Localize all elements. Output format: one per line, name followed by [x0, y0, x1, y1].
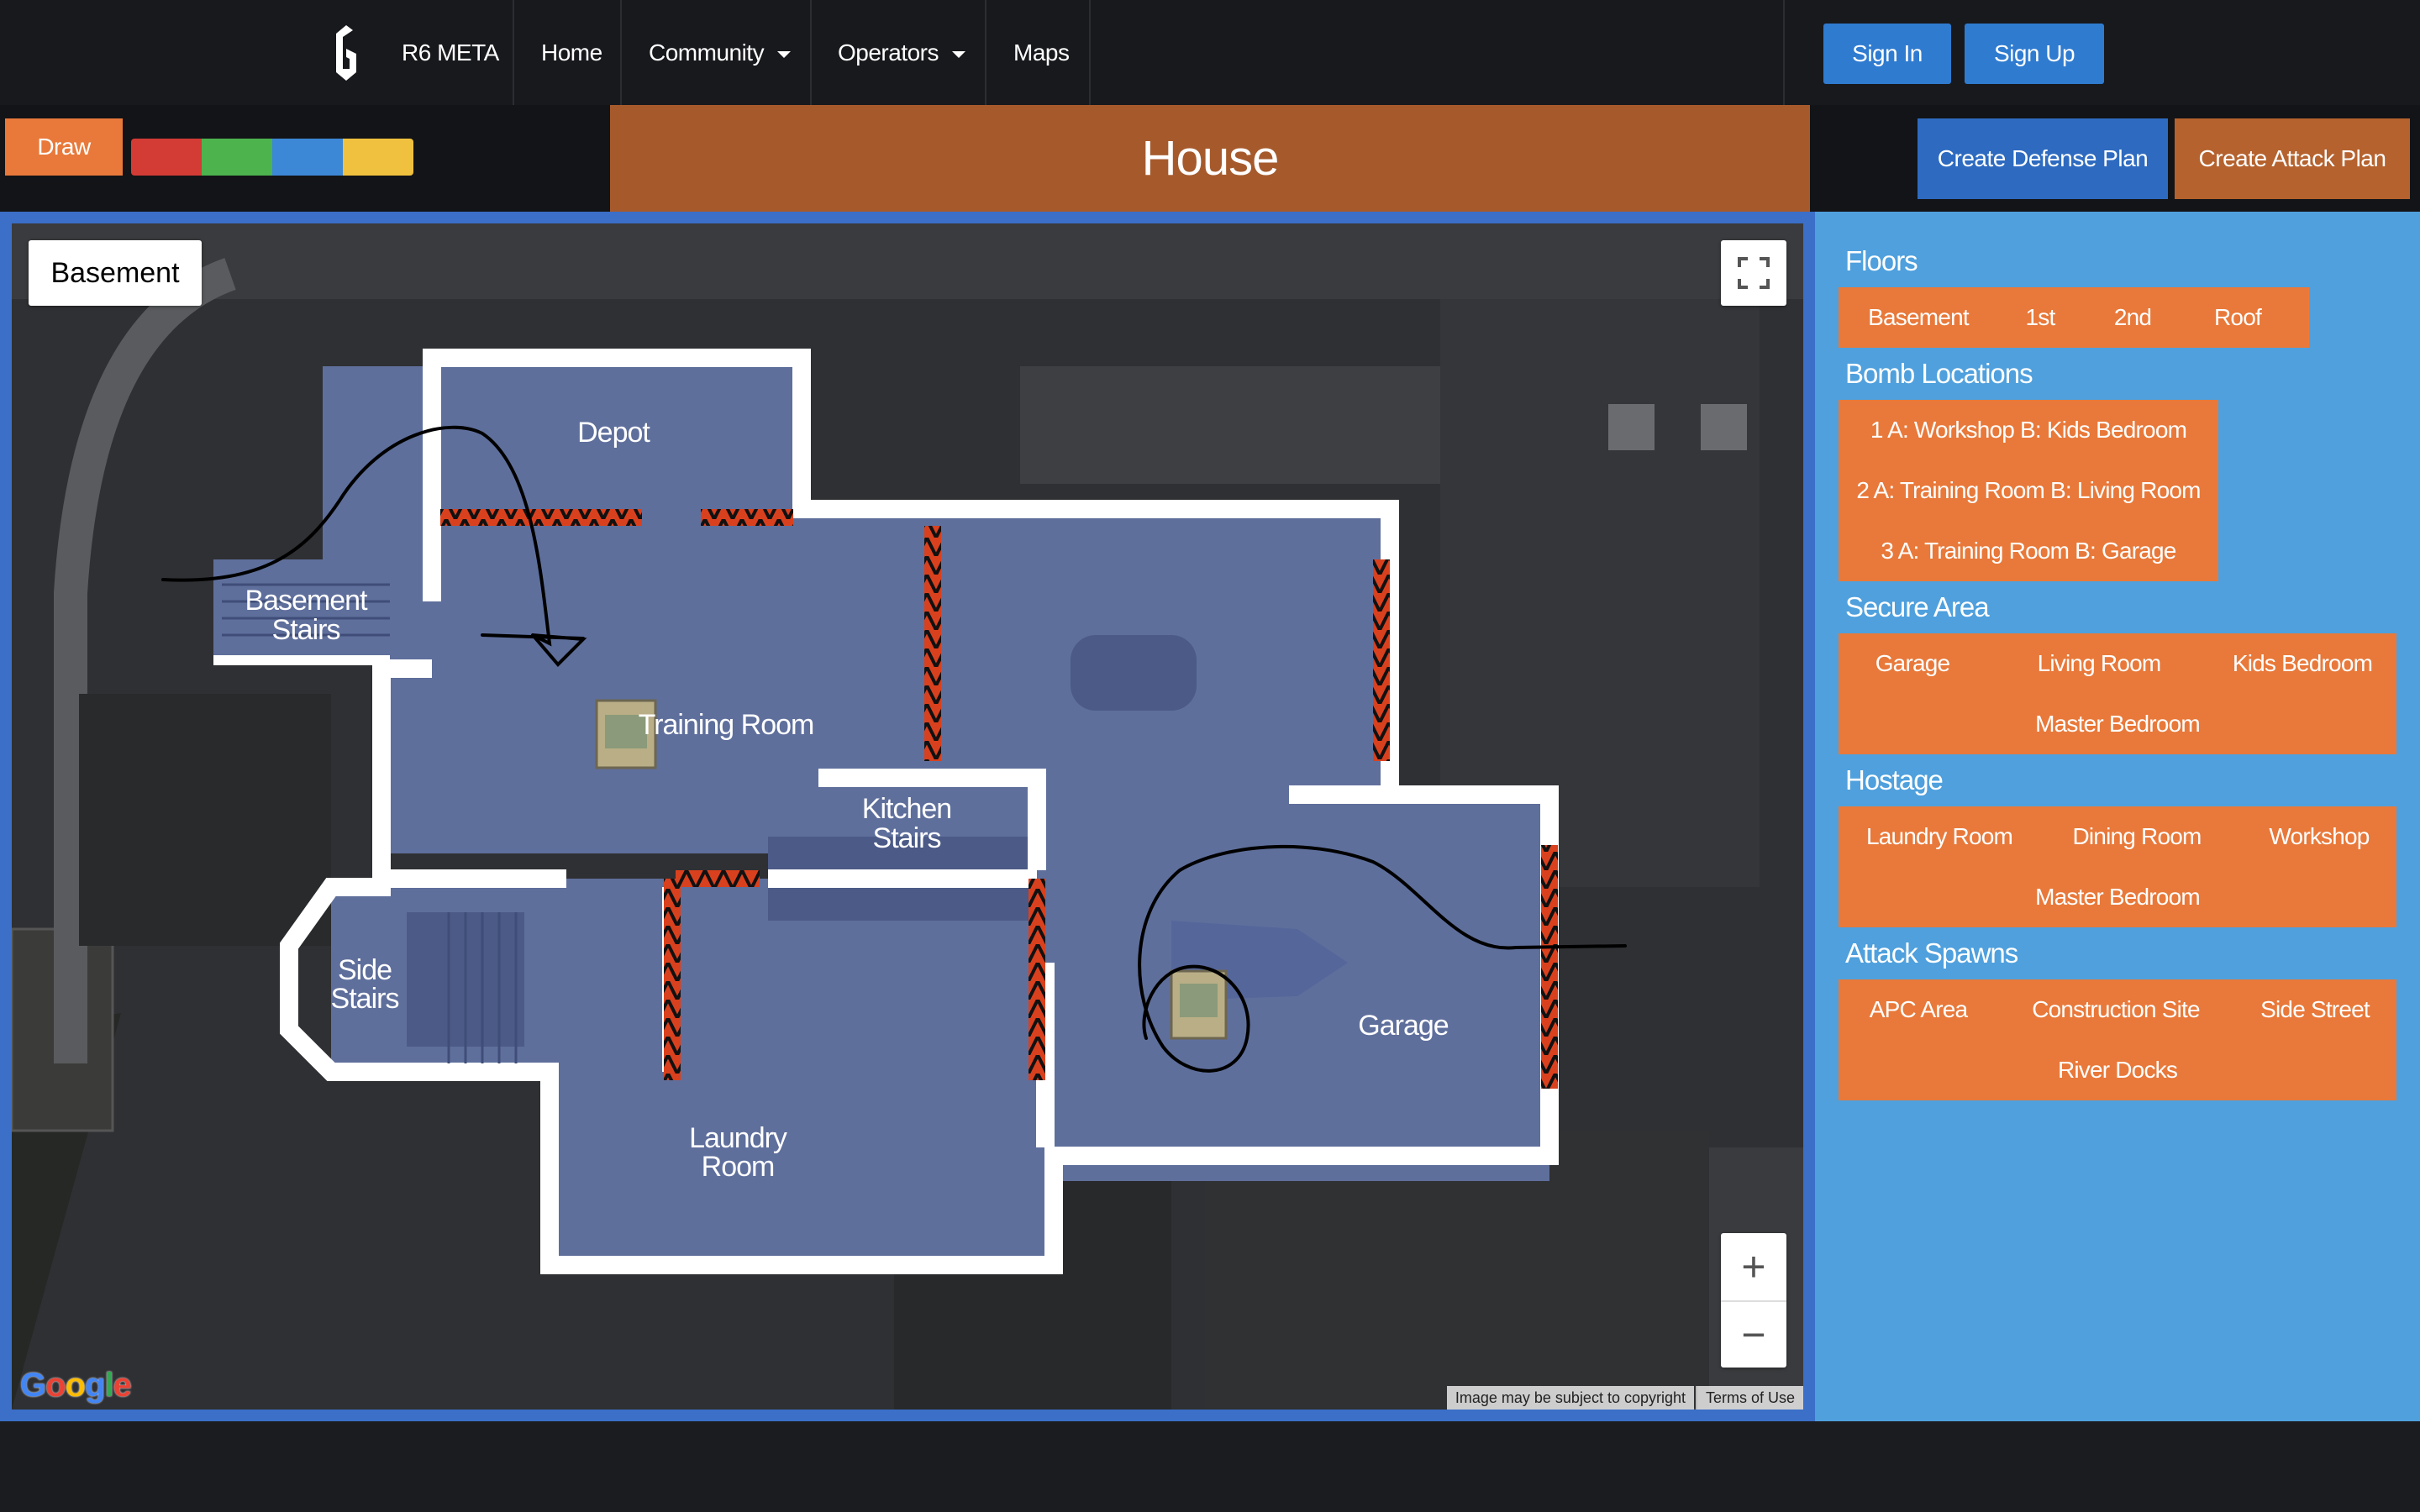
hostage-option-master-bedroom[interactable]: Master Bedroom	[1839, 867, 2396, 927]
room-label-garage: Garage	[1358, 1010, 1448, 1042]
hostage-option-workshop[interactable]: Workshop	[2242, 806, 2396, 867]
nav-divider	[620, 0, 622, 105]
map-title: House	[610, 105, 1810, 212]
floor-option-1st[interactable]: 1st	[1998, 287, 2082, 348]
secure-option-kids-bedroom[interactable]: Kids Bedroom	[2208, 633, 2396, 694]
hostage-option-dining-room[interactable]: Dining Room	[2040, 806, 2233, 867]
secure-option-living-room[interactable]: Living Room	[2007, 633, 2191, 694]
color-swatch-red[interactable]	[131, 139, 202, 176]
color-swatch-yellow[interactable]	[343, 139, 413, 176]
section-title-secure-area: Secure Area	[1845, 591, 1990, 622]
room-label-kitchen-stairs-2: Stairs	[873, 822, 941, 854]
color-palette	[131, 139, 413, 176]
map-toolbar: Draw House Create Defense Plan Create At…	[0, 105, 2420, 212]
room-label-laundry-room-2: Room	[702, 1151, 775, 1183]
nav-divider	[1783, 0, 1785, 105]
nav-operators-label: Operators	[838, 39, 939, 66]
sign-in-button[interactable]: Sign In	[1823, 24, 1951, 84]
sign-up-button[interactable]: Sign Up	[1965, 24, 2104, 84]
terms-of-use-link[interactable]: Terms of Use	[1695, 1386, 1803, 1410]
google-logo[interactable]: Google	[20, 1367, 132, 1404]
chevron-down-icon	[777, 50, 792, 58]
nav-maps[interactable]: Maps	[1013, 0, 1070, 105]
floor-map[interactable]: Depot Basement Stairs Training Room Kitc…	[12, 223, 1803, 1410]
color-swatch-green[interactable]	[202, 139, 272, 176]
chevron-down-icon	[952, 50, 965, 58]
nav-divider	[985, 0, 986, 105]
nav-operators[interactable]: Operators	[838, 0, 965, 105]
spawn-option-side-street[interactable]: Side Street	[2233, 979, 2396, 1040]
hostage-button-group: Laundry Room Dining Room Workshop Master…	[1839, 806, 2396, 927]
brand-name[interactable]: R6 META	[402, 0, 499, 105]
rainbow-six-logo-icon[interactable]	[329, 24, 363, 82]
bomb-option-3[interactable]: 3 A: Training Room B: Garage	[1839, 521, 2218, 581]
zoom-out-button[interactable]: −	[1721, 1302, 1786, 1368]
floor-option-roof[interactable]: Roof	[2183, 287, 2292, 348]
map-info-sidebar: Floors Basement 1st 2nd Roof Bomb Locati…	[1815, 212, 2420, 1421]
section-title-bomb-locations: Bomb Locations	[1845, 358, 2033, 389]
page-footer	[0, 1421, 2420, 1512]
fullscreen-icon	[1738, 257, 1770, 289]
create-attack-plan-button[interactable]: Create Attack Plan	[2175, 118, 2410, 199]
room-label-basement-stairs-2: Stairs	[272, 614, 340, 646]
room-label-side-stairs: Side	[338, 954, 392, 986]
room-label-basement-stairs: Basement	[245, 585, 368, 617]
bomb-option-1[interactable]: 1 A: Workshop B: Kids Bedroom	[1839, 400, 2218, 460]
map-frame: Depot Basement Stairs Training Room Kitc…	[0, 212, 1815, 1421]
zoom-in-button[interactable]: +	[1721, 1233, 1786, 1302]
draw-button[interactable]: Draw	[5, 118, 123, 176]
nav-community[interactable]: Community	[649, 0, 792, 105]
secure-option-garage[interactable]: Garage	[1839, 633, 1986, 694]
nav-home[interactable]: Home	[541, 0, 602, 105]
section-title-floors: Floors	[1845, 245, 1918, 276]
nav-divider	[1089, 0, 1091, 105]
room-label-training-room: Training Room	[639, 709, 814, 741]
section-title-attack-spawns: Attack Spawns	[1845, 937, 2018, 969]
nav-divider	[810, 0, 812, 105]
copyright-notice: Image may be subject to copyright	[1446, 1386, 1694, 1410]
secure-area-button-group: Garage Living Room Kids Bedroom Master B…	[1839, 633, 2396, 754]
room-label-depot: Depot	[577, 417, 650, 449]
floors-button-group: Basement 1st 2nd Roof	[1839, 287, 2309, 348]
floor-option-2nd[interactable]: 2nd	[2082, 287, 2183, 348]
nav-community-label: Community	[649, 39, 765, 66]
room-label-side-stairs-2: Stairs	[331, 983, 399, 1015]
secure-option-master-bedroom[interactable]: Master Bedroom	[1839, 694, 2396, 754]
room-label-kitchen-stairs: Kitchen	[862, 793, 951, 825]
section-title-hostage: Hostage	[1845, 764, 1944, 795]
color-swatch-blue[interactable]	[272, 139, 343, 176]
spawn-option-construction-site[interactable]: Construction Site	[2007, 979, 2225, 1040]
attack-spawns-button-group: APC Area Construction Site Side Street R…	[1839, 979, 2396, 1100]
floor-option-basement[interactable]: Basement	[1839, 287, 1998, 348]
top-navbar: R6 META Home Community Operators Maps Si…	[0, 0, 2420, 105]
fullscreen-button[interactable]	[1721, 240, 1786, 306]
spawn-option-apc-area[interactable]: APC Area	[1839, 979, 1998, 1040]
nav-divider	[513, 0, 514, 105]
floor-plan-drawing: Depot Basement Stairs Training Room Kitc…	[12, 223, 1803, 1410]
current-floor-label: Basement	[29, 240, 202, 306]
hostage-option-laundry-room[interactable]: Laundry Room	[1839, 806, 2040, 867]
spawn-option-river-docks[interactable]: River Docks	[1839, 1040, 2396, 1100]
room-label-laundry-room: Laundry	[689, 1122, 787, 1154]
bomb-option-2[interactable]: 2 A: Training Room B: Living Room	[1839, 460, 2218, 521]
create-defense-plan-button[interactable]: Create Defense Plan	[1918, 118, 2168, 199]
zoom-controls: + −	[1721, 1233, 1786, 1368]
bomb-locations-button-group: 1 A: Workshop B: Kids Bedroom 2 A: Train…	[1839, 400, 2218, 581]
